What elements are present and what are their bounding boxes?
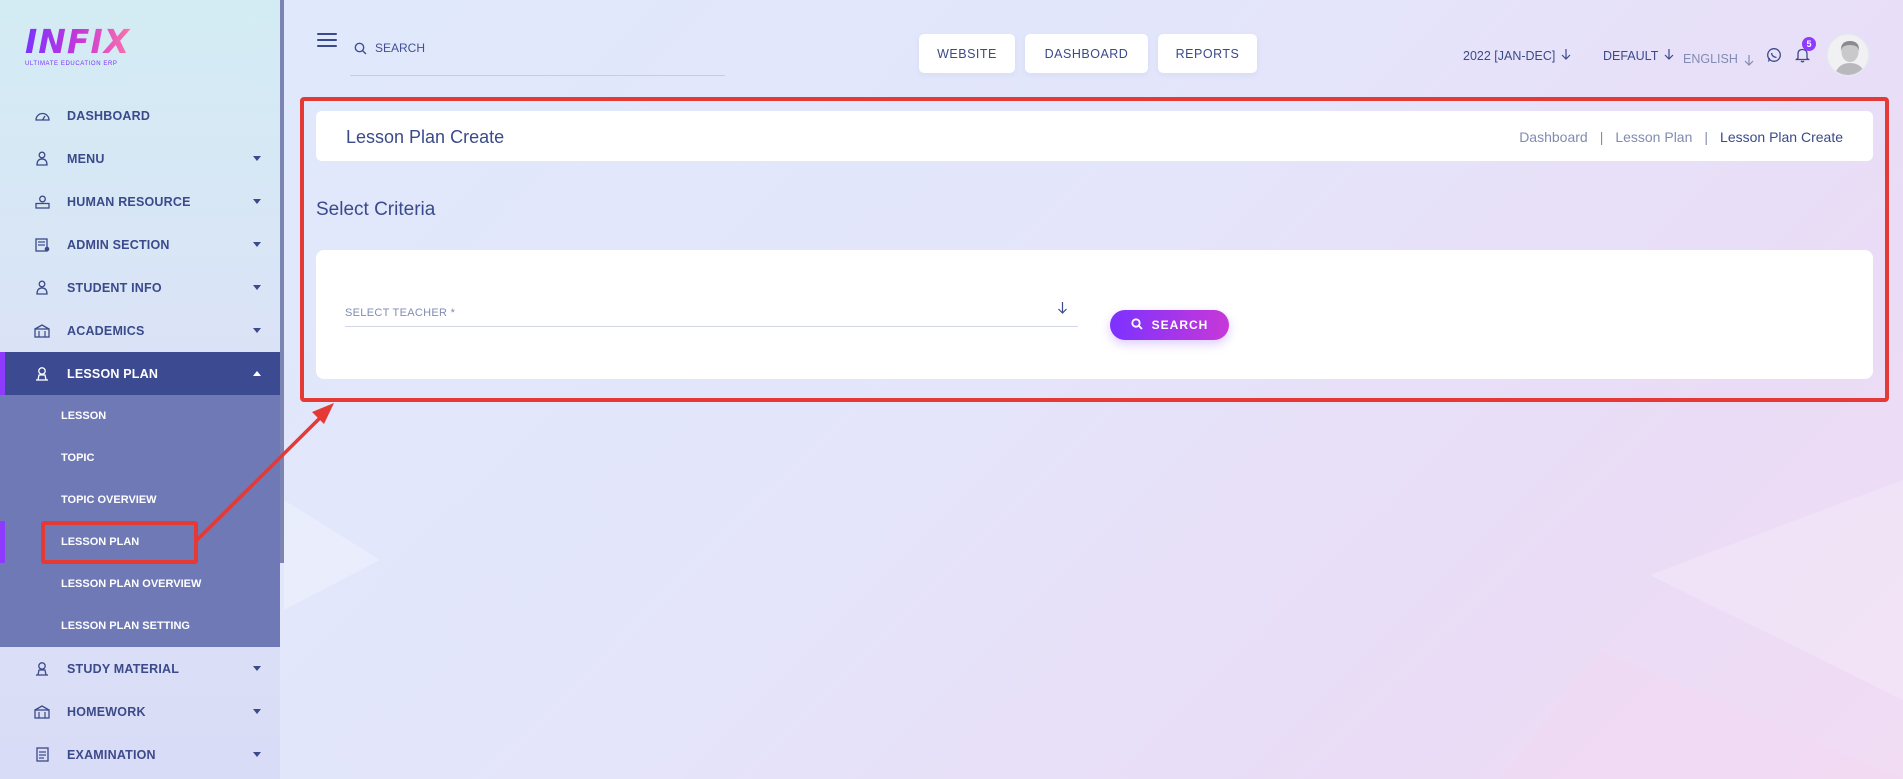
sidebar-item-admin-section[interactable]: ADMIN SECTION [0, 223, 280, 266]
annotation-highlight-sidebar [41, 521, 198, 564]
sidebar-item-label: EXAMINATION [67, 747, 156, 762]
sidebar-scrollbar[interactable] [280, 0, 284, 563]
hamburger-menu-icon[interactable] [317, 33, 337, 49]
admin-section-icon [34, 237, 50, 253]
arrow-down-icon [1664, 48, 1674, 63]
language-selector[interactable]: ENGLISH [1683, 48, 1754, 69]
sidebar-item-academics[interactable]: ACADEMICS [0, 309, 280, 352]
sidebar-item-label: HUMAN RESOURCE [67, 194, 191, 209]
human-resource-icon [34, 194, 50, 210]
sidebar-item-label: LESSON PLAN [67, 366, 159, 381]
search-icon [354, 42, 367, 60]
dashboard-icon [34, 108, 50, 124]
sidebar-item-label: STUDY MATERIAL [67, 661, 180, 676]
logo-text: INFIX [25, 24, 135, 60]
lesson-plan-icon [34, 366, 50, 382]
chevron-down-icon [253, 242, 261, 247]
student-info-icon [34, 280, 50, 296]
submenu-item-topic-overview[interactable]: TOPIC OVERVIEW [0, 479, 280, 521]
chevron-down-icon [253, 328, 261, 333]
arrow-down-icon [1561, 48, 1571, 63]
sidebar-item-label: MENU [67, 151, 105, 166]
logo-subtitle: ULTIMATE EDUCATION ERP [25, 61, 118, 67]
chevron-down-icon [253, 709, 261, 714]
sidebar: INFIX ULTIMATE EDUCATION ERP DASHBOARD M… [0, 0, 280, 779]
reports-button[interactable]: REPORTS [1158, 34, 1257, 73]
whatsapp-icon[interactable] [1766, 47, 1782, 68]
sidebar-item-label: STUDENT INFO [67, 280, 162, 295]
chevron-down-icon [253, 156, 261, 161]
submenu-item-topic[interactable]: TOPIC [0, 437, 280, 479]
chevron-down-icon [253, 199, 261, 204]
sidebar-item-label: HOMEWORK [67, 704, 146, 719]
chevron-down-icon [253, 666, 261, 671]
chevron-down-icon [253, 285, 261, 290]
search-input[interactable] [375, 36, 695, 60]
sidebar-item-label: ADMIN SECTION [67, 237, 170, 252]
logo[interactable]: INFIX ULTIMATE EDUCATION ERP [25, 24, 135, 74]
arrow-down-icon [1744, 54, 1754, 69]
chevron-down-icon [253, 752, 261, 757]
notification-count-badge: 5 [1802, 37, 1816, 51]
sidebar-item-menu[interactable]: MENU [0, 137, 280, 180]
sidebar-item-human-resource[interactable]: HUMAN RESOURCE [0, 180, 280, 223]
sidebar-item-homework[interactable]: HOMEWORK [0, 690, 280, 733]
sidebar-item-label: DASHBOARD [67, 108, 151, 123]
annotation-highlight-main [300, 97, 1889, 402]
sidebar-item-student-info[interactable]: STUDENT INFO [0, 266, 280, 309]
menu-user-icon [34, 151, 50, 167]
homework-icon [34, 704, 50, 720]
submenu-item-lesson-plan-setting[interactable]: LESSON PLAN SETTING [0, 605, 280, 647]
study-material-icon [34, 661, 50, 677]
style-value: DEFAULT [1603, 48, 1659, 63]
language-value: ENGLISH [1683, 51, 1738, 66]
submenu-item-lesson-plan-overview[interactable]: LESSON PLAN OVERVIEW [0, 563, 280, 605]
examination-icon [34, 747, 50, 763]
chevron-up-icon [253, 371, 261, 376]
sidebar-item-lesson-plan[interactable]: LESSON PLAN [0, 352, 280, 395]
style-selector[interactable]: DEFAULT [1603, 48, 1674, 63]
submenu-item-lesson[interactable]: LESSON [0, 395, 280, 437]
academics-icon [34, 323, 50, 339]
sidebar-nav: DASHBOARD MENU HUMAN RESOURCE ADMIN SECT… [0, 94, 280, 776]
sidebar-item-examination[interactable]: EXAMINATION [0, 733, 280, 776]
avatar[interactable] [1826, 33, 1870, 77]
sidebar-item-label: ACADEMICS [67, 323, 145, 338]
sidebar-item-study-material[interactable]: STUDY MATERIAL [0, 647, 280, 690]
website-button[interactable]: WEBSITE [919, 34, 1015, 73]
dashboard-button[interactable]: DASHBOARD [1025, 34, 1148, 73]
session-selector[interactable]: 2022 [JAN-DEC] [1463, 48, 1571, 63]
sidebar-item-dashboard[interactable]: DASHBOARD [0, 94, 280, 137]
session-value: 2022 [JAN-DEC] [1463, 48, 1556, 63]
search-bar [350, 36, 725, 76]
